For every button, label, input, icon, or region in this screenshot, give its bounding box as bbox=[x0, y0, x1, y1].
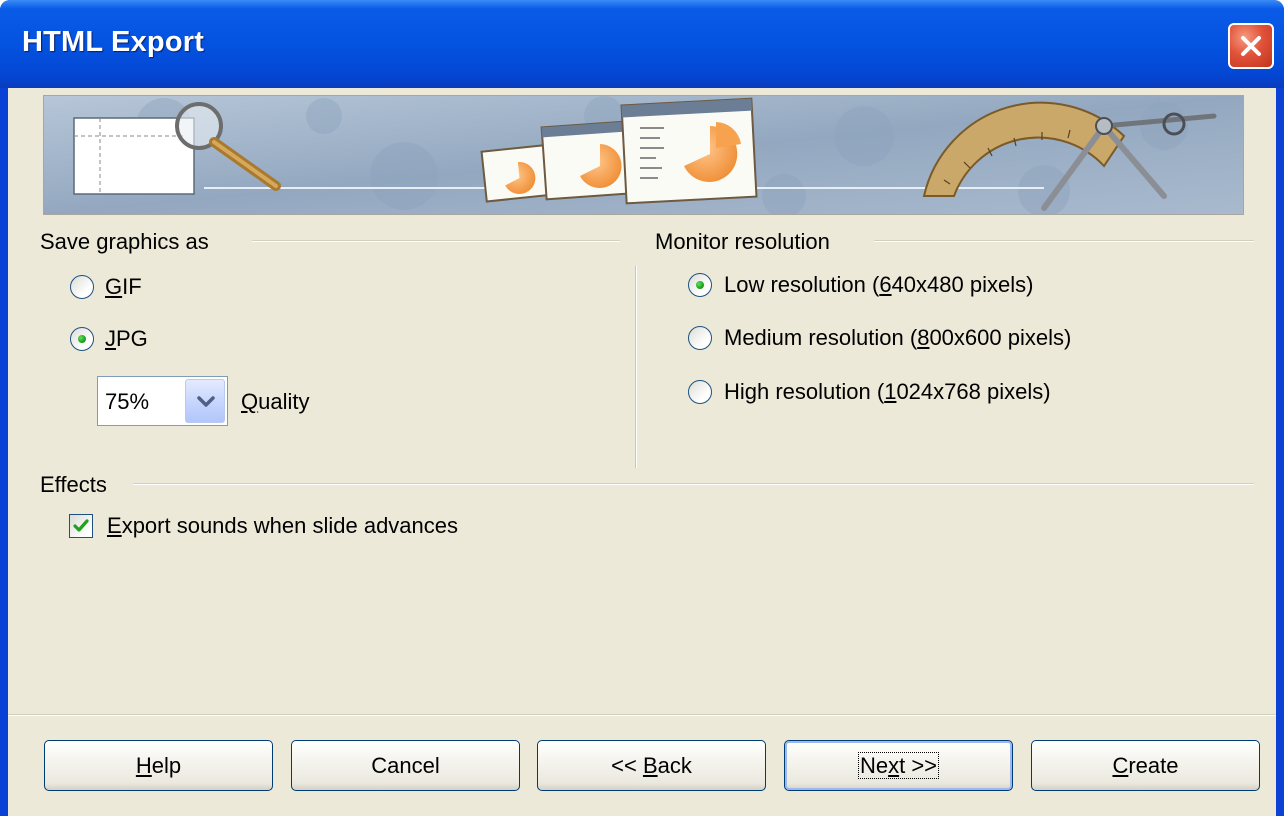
save-graphics-heading: Save graphics as bbox=[40, 229, 209, 254]
monitor-resolution-separator bbox=[874, 240, 1254, 242]
banner-illustration bbox=[43, 95, 1244, 215]
create-button[interactable]: Create bbox=[1031, 740, 1260, 791]
next-button[interactable]: Next >> bbox=[784, 740, 1013, 791]
group-divider bbox=[635, 266, 637, 468]
focus-ring: Next >> bbox=[857, 752, 940, 779]
medium-resolution-radio[interactable] bbox=[688, 326, 712, 350]
effects-separator bbox=[133, 483, 1254, 485]
footer-separator bbox=[8, 714, 1276, 716]
quality-dropdown-button[interactable] bbox=[185, 379, 225, 423]
quality-value: 75% bbox=[105, 389, 150, 414]
monitor-resolution-heading: Monitor resolution bbox=[655, 229, 830, 254]
high-resolution-radio[interactable] bbox=[688, 380, 712, 404]
effects-heading: Effects bbox=[40, 472, 107, 497]
gif-label[interactable]: GIF bbox=[105, 274, 142, 300]
quality-label: Quality bbox=[241, 389, 310, 414]
low-resolution-radio[interactable] bbox=[688, 273, 712, 297]
close-button[interactable] bbox=[1228, 23, 1274, 69]
low-resolution-label[interactable]: Low resolution (640x480 pixels) bbox=[724, 272, 1033, 298]
jpg-radio[interactable] bbox=[70, 327, 94, 351]
high-resolution-label[interactable]: High resolution (1024x768 pixels) bbox=[724, 379, 1051, 405]
export-sounds-checkbox[interactable] bbox=[69, 514, 93, 538]
cancel-button[interactable]: Cancel bbox=[291, 740, 520, 791]
quality-select[interactable]: 75% bbox=[97, 376, 228, 426]
title-bar[interactable]: HTML Export bbox=[0, 0, 1284, 88]
gif-radio[interactable] bbox=[70, 275, 94, 299]
dialog-body: Save graphics as GIF JPG 75% Quality Mon… bbox=[8, 88, 1276, 816]
window-title: HTML Export bbox=[22, 26, 205, 58]
jpg-label[interactable]: JPG bbox=[105, 326, 148, 352]
back-button[interactable]: << Back bbox=[537, 740, 766, 791]
radio-selected-dot bbox=[696, 281, 704, 289]
html-export-dialog: HTML Export Save graphics as GIF JPG 75%… bbox=[0, 0, 1284, 816]
help-button[interactable]: Help bbox=[44, 740, 273, 791]
export-sounds-label[interactable]: Export sounds when slide advances bbox=[107, 513, 458, 539]
radio-selected-dot bbox=[78, 335, 86, 343]
save-graphics-separator bbox=[252, 240, 620, 242]
medium-resolution-label[interactable]: Medium resolution (800x600 pixels) bbox=[724, 325, 1071, 351]
